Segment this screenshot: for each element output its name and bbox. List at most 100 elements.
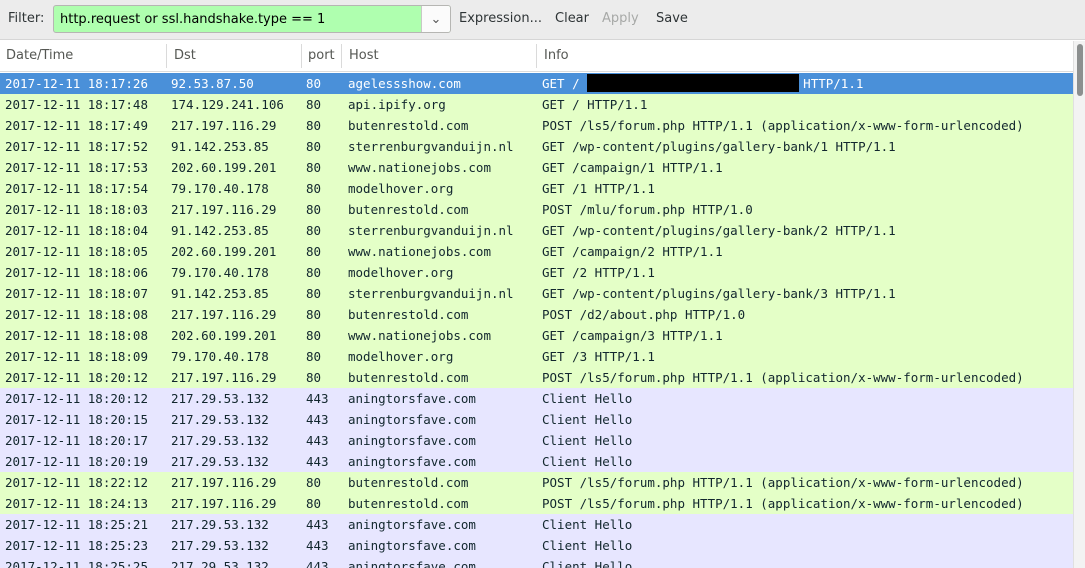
packet-host: butenrestold.com [348,118,469,133]
packet-port: 80 [306,265,322,280]
packet-row[interactable]: 2017-12-11 18:25:25 217.29.53.132 443 aning… [0,556,1073,568]
packet-info: POST /ls5/forum.php HTTP/1.1 (applicatio… [542,370,1024,385]
save-button[interactable]: Save [656,11,688,26]
packet-port: 80 [306,286,322,301]
packet-row[interactable]: 2017-12-11 18:17:52 91.142.253.85 80 sterre… [0,136,1073,157]
packet-dst: 217.197.116.29 [171,202,277,217]
display-filter-input[interactable] [54,6,422,32]
packet-host: www.nationejobs.com [348,160,491,175]
filter-history-dropdown[interactable]: ⌄ [421,6,450,32]
packet-row[interactable]: 2017-12-11 18:20:12 217.197.116.29 80 buten… [0,367,1073,388]
packet-host: butenrestold.com [348,202,469,217]
packet-list[interactable]: 2017-12-11 18:17:26 92.53.87.50 80 agelesss… [0,73,1073,568]
display-filter-box[interactable]: ⌄ [53,5,451,33]
packet-host: sterrenburgvanduijn.nl [348,139,514,154]
packet-row[interactable]: 2017-12-11 18:18:08 217.197.116.29 80 buten… [0,304,1073,325]
packet-row[interactable]: 2017-12-11 18:17:53 202.60.199.201 80 www.n… [0,157,1073,178]
packet-info-suffix: HTTP/1.1 [803,76,864,91]
vertical-scrollbar[interactable] [1073,41,1085,568]
packet-dst: 79.170.40.178 [171,349,269,364]
packet-info: GET /1 HTTP/1.1 [542,181,655,196]
column-divider[interactable] [301,44,302,68]
packet-time: 2017-12-11 18:18:09 [5,349,148,364]
packet-info: GET /3 HTTP/1.1 [542,349,655,364]
packet-row[interactable]: 2017-12-11 18:24:13 217.197.116.29 80 buten… [0,493,1073,514]
packet-info: GET /2 HTTP/1.1 [542,265,655,280]
packet-info: Client Hello [542,391,633,406]
packet-row[interactable]: 2017-12-11 18:17:48 174.129.241.106 80 api.… [0,94,1073,115]
column-header-port[interactable]: port [303,41,341,71]
expression-button[interactable]: Expression... [459,11,542,26]
packet-time: 2017-12-11 18:20:15 [5,412,148,427]
packet-row[interactable]: 2017-12-11 18:17:49 217.197.116.29 80 buten… [0,115,1073,136]
packet-host: sterrenburgvanduijn.nl [348,223,514,238]
packet-dst: 202.60.199.201 [171,328,277,343]
packet-row[interactable]: 2017-12-11 18:18:09 79.170.40.178 80 modelh… [0,346,1073,367]
packet-host: sterrenburgvanduijn.nl [348,286,514,301]
column-header-datetime[interactable]: Date/Time [0,41,166,71]
packet-port: 443 [306,412,329,427]
column-header-dst[interactable]: Dst [168,41,301,71]
packet-dst: 217.29.53.132 [171,559,269,568]
packet-row[interactable]: 2017-12-11 18:20:19 217.29.53.132 443 aning… [0,451,1073,472]
packet-host: aningtorsfave.com [348,454,476,469]
packet-row[interactable]: 2017-12-11 18:25:23 217.29.53.132 443 aning… [0,535,1073,556]
packet-row[interactable]: 2017-12-11 18:20:12 217.29.53.132 443 aning… [0,388,1073,409]
packet-info: Client Hello [542,412,633,427]
packet-info: POST /mlu/forum.php HTTP/1.0 [542,202,753,217]
apply-button[interactable]: Apply [602,11,639,26]
packet-time: 2017-12-11 18:20:12 [5,370,148,385]
packet-row[interactable]: 2017-12-11 18:18:07 91.142.253.85 80 sterre… [0,283,1073,304]
packet-dst: 79.170.40.178 [171,181,269,196]
packet-time: 2017-12-11 18:18:03 [5,202,148,217]
packet-port: 80 [306,475,322,490]
packet-dst: 202.60.199.201 [171,244,277,259]
scrollbar-thumb[interactable] [1077,44,1083,96]
packet-info: POST /ls5/forum.php HTTP/1.1 (applicatio… [542,475,1024,490]
packet-row[interactable]: 2017-12-11 18:18:06 79.170.40.178 80 modelh… [0,262,1073,283]
packet-host: butenrestold.com [348,496,469,511]
packet-time: 2017-12-11 18:22:12 [5,475,148,490]
packet-port: 80 [306,244,322,259]
packet-dst: 217.29.53.132 [171,538,269,553]
packet-host: www.nationejobs.com [348,328,491,343]
column-divider[interactable] [536,44,537,68]
column-divider[interactable] [341,44,342,68]
packet-time: 2017-12-11 18:18:08 [5,328,148,343]
packet-info: POST /d2/about.php HTTP/1.0 [542,307,746,322]
packet-row[interactable]: 2017-12-11 18:17:54 79.170.40.178 80 modelh… [0,178,1073,199]
packet-dst: 217.29.53.132 [171,454,269,469]
packet-host: www.nationejobs.com [348,244,491,259]
packet-time: 2017-12-11 18:18:04 [5,223,148,238]
packet-time: 2017-12-11 18:18:08 [5,307,148,322]
clear-button[interactable]: Clear [555,11,589,26]
packet-dst: 91.142.253.85 [171,286,269,301]
packet-host: modelhover.org [348,349,454,364]
packet-row[interactable]: 2017-12-11 18:18:05 202.60.199.201 80 www.n… [0,241,1073,262]
packet-row[interactable]: 2017-12-11 18:17:26 92.53.87.50 80 agelesss… [0,73,1073,94]
packet-dst: 79.170.40.178 [171,265,269,280]
packet-row[interactable]: 2017-12-11 18:18:08 202.60.199.201 80 www.n… [0,325,1073,346]
packet-port: 443 [306,391,329,406]
packet-time: 2017-12-11 18:24:13 [5,496,148,511]
packet-row[interactable]: 2017-12-11 18:18:04 91.142.253.85 80 sterre… [0,220,1073,241]
packet-host: aningtorsfave.com [348,559,476,568]
packet-port: 80 [306,328,322,343]
packet-port: 80 [306,139,322,154]
packet-host: butenrestold.com [348,307,469,322]
packet-info: Client Hello [542,559,633,568]
column-header-info[interactable]: Info [538,41,1073,71]
packet-row[interactable]: 2017-12-11 18:18:03 217.197.116.29 80 buten… [0,199,1073,220]
packet-row[interactable]: 2017-12-11 18:25:21 217.29.53.132 443 aning… [0,514,1073,535]
packet-row[interactable]: 2017-12-11 18:22:12 217.197.116.29 80 buten… [0,472,1073,493]
column-header-host[interactable]: Host [343,41,536,71]
packet-row[interactable]: 2017-12-11 18:20:17 217.29.53.132 443 aning… [0,430,1073,451]
packet-info: POST /ls5/forum.php HTTP/1.1 (applicatio… [542,496,1024,511]
packet-time: 2017-12-11 18:17:49 [5,118,148,133]
packet-host: butenrestold.com [348,475,469,490]
packet-info: GET /campaign/2 HTTP/1.1 [542,244,723,259]
packet-row[interactable]: 2017-12-11 18:20:15 217.29.53.132 443 aning… [0,409,1073,430]
packet-host: modelhover.org [348,265,454,280]
redaction-box [587,74,800,92]
column-divider[interactable] [166,44,167,68]
